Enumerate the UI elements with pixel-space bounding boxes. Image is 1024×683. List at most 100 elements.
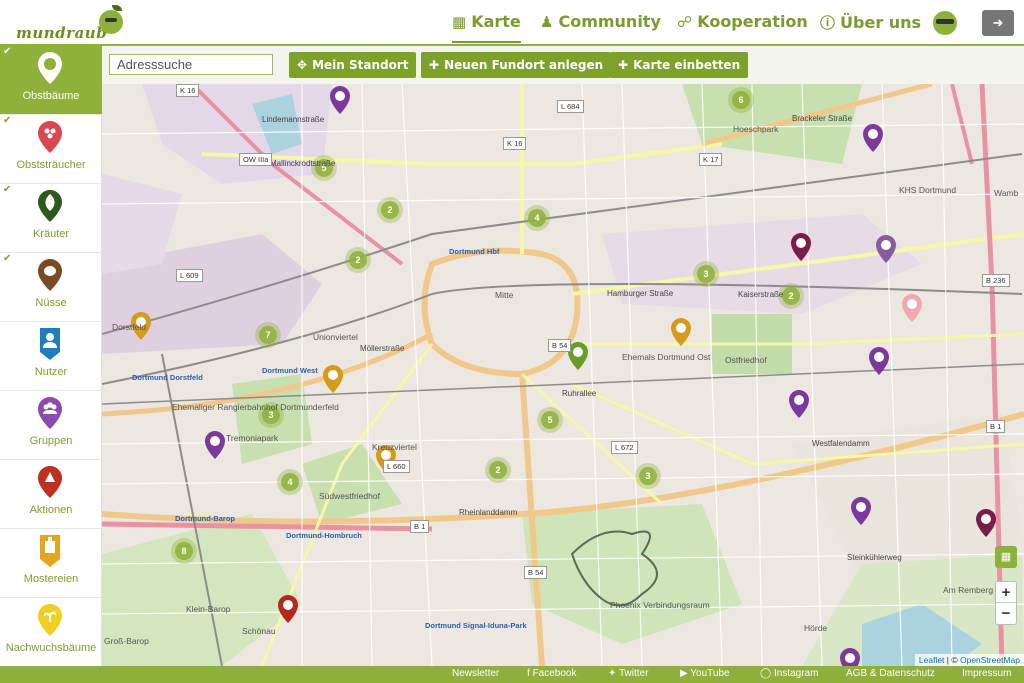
map-cluster[interactable]: 2 — [377, 197, 403, 223]
nav-ueber-uns[interactable]: ⓘ Über uns — [820, 12, 921, 36]
map-tiles — [102, 84, 1024, 666]
footer-link-impressum[interactable]: Impressum — [962, 668, 1011, 679]
youtube-icon: ▶ — [680, 668, 691, 679]
map-toolbar: ✥Mein Standort ✚Neuen Fundort anlegen ✚K… — [102, 46, 1024, 84]
berry-marker-icon[interactable] — [330, 86, 350, 114]
map-canvas[interactable]: 6 5 2 4 2 3 2 7 3 4 2 5 3 8 Mitte Unionv… — [102, 84, 1024, 666]
footer-link-instagram[interactable]: ◯ Instagram — [760, 668, 818, 679]
map-cluster[interactable]: 4 — [277, 469, 303, 495]
road-shield: K 17 — [699, 153, 723, 166]
station-label: Dortmund-Hombruch — [286, 531, 362, 540]
users-icon: ♟ — [540, 13, 554, 31]
category-aktionen[interactable]: Aktionen — [0, 460, 102, 529]
footer-link-twitter[interactable]: ✦ Twitter — [608, 668, 648, 679]
category-obstbaeume[interactable]: ✔ Obstbäume — [0, 46, 102, 115]
district-label: Groß-Barop — [104, 636, 149, 646]
leaflet-link[interactable]: Leaflet — [919, 655, 945, 665]
district-label: Ostfriedhof — [725, 355, 767, 365]
road-shield: K 16 — [176, 84, 200, 97]
nav-kooperation[interactable]: ☍ Kooperation — [677, 12, 808, 36]
station-label: Dortmund West — [262, 366, 318, 375]
category-gruppen[interactable]: Gruppen — [0, 391, 102, 460]
berry-marker-icon[interactable] — [851, 497, 871, 525]
zoom-out-button[interactable]: − — [996, 603, 1016, 624]
apple-mascot-icon[interactable] — [99, 10, 123, 34]
plus-icon: ✚ — [429, 58, 440, 72]
category-kraeuter[interactable]: ✔ Kräuter — [0, 184, 102, 253]
map-cluster[interactable]: 2 — [345, 247, 371, 273]
district-label: Unionviertel — [313, 332, 358, 342]
road-shield: OW IIIa — [239, 153, 273, 166]
berry-marker-icon[interactable] — [840, 648, 860, 666]
road-shield: L 660 — [383, 460, 410, 473]
map-cluster[interactable]: 8 — [171, 538, 197, 564]
header: mundraub ▦ Karte ♟ Community ☍ Kooperation … — [0, 0, 1024, 46]
berry-marker-icon[interactable] — [869, 347, 889, 375]
osm-link[interactable]: OpenStreetMap — [960, 655, 1020, 665]
footer-link-youtube[interactable]: ▶ YouTube — [680, 668, 730, 679]
district-label: Klein-Barop — [186, 604, 231, 614]
map-cluster[interactable]: 3 — [635, 463, 661, 489]
nut-marker-icon[interactable] — [323, 365, 343, 393]
user-avatar[interactable] — [933, 11, 957, 35]
station-label: Dortmund Dorstfeld — [132, 373, 203, 382]
plum-marker-icon[interactable] — [876, 235, 896, 263]
street-label: Westfalendamm — [812, 439, 870, 448]
category-nachwuchsbaeume[interactable]: Nachwuchsbäume — [0, 598, 102, 667]
brand-logo[interactable]: mundraub — [16, 24, 107, 42]
road-shield: K 16 — [503, 137, 527, 150]
nav-karte[interactable]: ▦ Karte — [452, 12, 521, 43]
road-shield: L 672 — [611, 441, 638, 454]
footer-link-newsletter[interactable]: Newsletter — [452, 668, 499, 679]
category-mostereien[interactable]: Mostereien — [0, 529, 102, 598]
footer-link-agb[interactable]: AGB & Datenschutz — [846, 668, 935, 679]
info-icon: ⓘ — [820, 14, 836, 32]
map-cluster[interactable]: 5 — [537, 407, 563, 433]
handshake-icon: ☍ — [677, 13, 693, 31]
district-label: Hörde — [804, 623, 828, 633]
district-label: Wamb — [994, 188, 1019, 198]
berry-marker-icon[interactable] — [205, 431, 225, 459]
layer-toggle-button[interactable]: ▦ — [995, 546, 1017, 568]
instagram-icon: ◯ — [760, 668, 774, 679]
map-cluster[interactable]: 7 — [255, 322, 281, 348]
berry-marker-icon[interactable] — [863, 124, 883, 152]
new-location-button[interactable]: ✚ Neuen Fundort anlegen — [421, 52, 612, 78]
sapling-icon — [38, 604, 62, 636]
nut-marker-icon[interactable] — [671, 318, 691, 346]
street-label: Hamburger Straße — [607, 289, 674, 298]
district-label: Ehemaliger Rangierbahnhof Dortmunderfeld — [172, 402, 339, 412]
category-nutzer[interactable]: Nutzer — [0, 322, 102, 391]
district-label: Am Remberg — [943, 585, 994, 595]
station-label: Dortmund Hbf — [449, 247, 500, 256]
station-label: Dortmund Signal-Iduna-Park — [425, 621, 527, 630]
footer-link-facebook[interactable]: f Facebook — [527, 668, 576, 679]
street-label: Steinkühlerweg — [847, 553, 902, 562]
embed-map-button[interactable]: ✚ Karte einbetten — [610, 52, 749, 78]
action-marker-icon[interactable] — [278, 595, 298, 623]
category-obststraeucher[interactable]: ✔ Obststräucher — [0, 115, 102, 184]
map-cluster[interactable]: 6 — [728, 87, 754, 113]
check-icon: ✔ — [3, 253, 12, 264]
zoom-in-button[interactable]: + — [996, 582, 1016, 603]
street-label: Lindemannstraße — [262, 115, 325, 124]
berry-marker-icon[interactable] — [789, 390, 809, 418]
map-cluster[interactable]: 4 — [524, 205, 550, 231]
road-shield: B 1 — [986, 420, 1006, 433]
group-icon — [38, 397, 62, 429]
nav-community[interactable]: ♟ Community — [540, 12, 661, 36]
category-nuesse[interactable]: ✔ Nüsse — [0, 253, 102, 322]
map-cluster[interactable]: 3 — [693, 261, 719, 287]
plum-marker-icon[interactable] — [976, 509, 996, 537]
apple-marker-icon[interactable] — [902, 294, 922, 322]
check-icon: ✔ — [3, 46, 12, 57]
logout-button[interactable]: ➜ — [982, 10, 1014, 36]
herb-leaf-icon — [38, 190, 62, 222]
map-cluster[interactable]: 2 — [485, 457, 511, 483]
check-icon: ✔ — [3, 184, 12, 195]
address-search-input[interactable] — [109, 54, 273, 75]
street-label: Mallinckrodtstraße — [270, 159, 336, 168]
my-location-button[interactable]: ✥ Mein Standort — [289, 52, 417, 78]
plum-marker-icon[interactable] — [791, 233, 811, 261]
category-sidebar: ✔ Obstbäume ✔ Obststräucher ✔ Kräuter ✔ … — [0, 46, 102, 667]
